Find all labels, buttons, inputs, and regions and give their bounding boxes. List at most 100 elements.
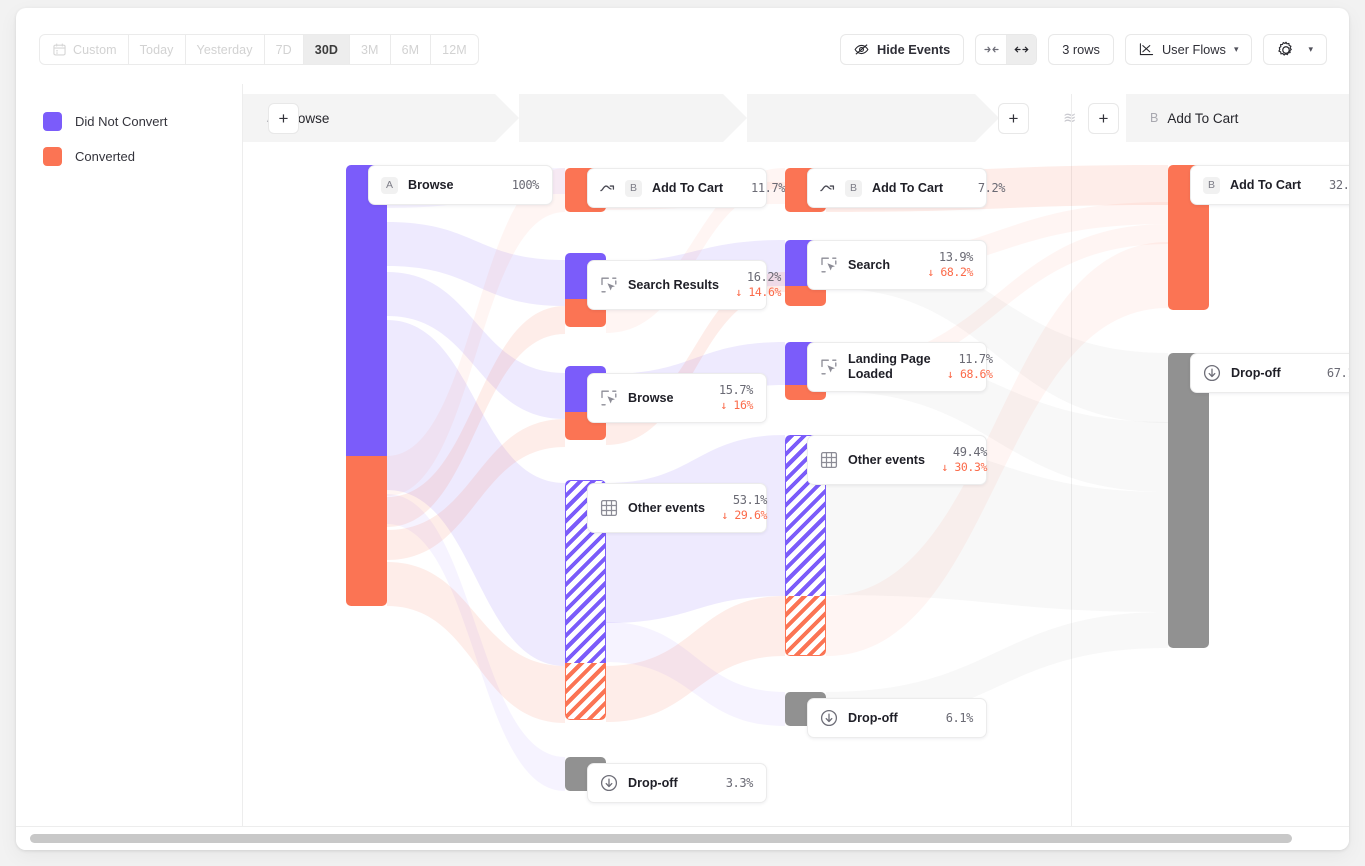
node-card[interactable]: Search 13.9% ↓ 68.2% — [807, 240, 987, 290]
conversion-icon-wrap — [820, 182, 835, 195]
node-card[interactable]: Drop-off 6.1% — [807, 698, 987, 738]
node-values: 7.2% — [953, 180, 1006, 196]
node-percentage: 11.7% — [958, 352, 993, 366]
rows-selector-button[interactable]: 3 rows — [1048, 34, 1114, 65]
node-card[interactable]: A Browse 100% — [368, 165, 553, 205]
legend-label: Did Not Convert — [75, 114, 168, 129]
conversion-icon — [600, 184, 615, 191]
node-text: Other events — [628, 501, 705, 516]
node-step-badge: B — [1203, 176, 1220, 194]
node-name: Add To Cart — [872, 180, 944, 195]
node-values: 3.3% — [701, 776, 754, 791]
node-values: 100% — [487, 178, 540, 193]
node-text: Browse — [408, 178, 477, 193]
node-card[interactable]: Other events 53.1% ↓ 29.6% — [587, 483, 767, 533]
node-text: Add To Cart — [1230, 178, 1301, 193]
legend-item-did-not-convert[interactable]: Did Not Convert — [43, 104, 242, 139]
date-range-custom[interactable]: Custom — [40, 35, 129, 64]
node-card[interactable]: B Add To Cart 32.9% — [1190, 165, 1349, 205]
node-percentage: 11.7% — [751, 180, 786, 195]
node-dropoff-rate: ↓ 68.6% — [946, 367, 993, 381]
dropoff-icon-wrap — [600, 774, 618, 792]
date-range-30d[interactable]: 30D — [303, 35, 350, 64]
node-name: Search — [848, 257, 891, 272]
date-range-label: 6M — [401, 42, 420, 57]
breadcrumb-slot-2[interactable] — [519, 94, 747, 142]
breadcrumb-slot-3[interactable] — [747, 94, 999, 142]
user-flows-app: Custom Today Yesterday 7D 30D 3M 6M 12M Hide Ev… — [16, 8, 1349, 850]
date-range-today[interactable]: Today — [129, 35, 186, 64]
date-range-12m[interactable]: 12M — [431, 35, 478, 64]
dropoff-icon — [1203, 364, 1221, 382]
collapse-horizontal-icon[interactable] — [976, 35, 1006, 64]
node-name: Browse — [628, 390, 674, 405]
node-name: Search Results — [628, 277, 719, 292]
horizontal-scrollbar[interactable] — [16, 826, 1349, 850]
hide-events-button[interactable]: Hide Events — [839, 34, 965, 65]
view-type-dropdown[interactable]: User Flows ▾ — [1124, 34, 1253, 65]
node-card[interactable]: Search Results 16.2% ↓ 14.6% — [587, 260, 781, 310]
node-percentage: 49.4% — [952, 445, 988, 459]
breadcrumb-step-b[interactable]: B Add To Cart — [1126, 94, 1349, 142]
pointer-icon — [601, 390, 617, 406]
node-values: 11.7% ↓ 68.6% — [941, 352, 993, 382]
pointer-icon — [601, 277, 617, 293]
legend-panel: Did Not Convert Converted — [16, 84, 243, 826]
flow-canvas[interactable]: A Browse 100% B Add To Cart 11.7% Search Resul… — [243, 142, 1349, 826]
add-step-button-right[interactable]: + — [1088, 103, 1119, 134]
node-values: 67.1% — [1309, 366, 1349, 381]
date-range-selector[interactable]: Custom Today Yesterday 7D 30D 3M 6M 12M — [39, 34, 479, 65]
conversion-icon-wrap — [600, 182, 615, 195]
node-text: Other events — [848, 453, 925, 468]
date-range-label: 7D — [275, 42, 292, 57]
date-range-6m[interactable]: 6M — [391, 35, 432, 64]
node-text: Search Results — [628, 278, 719, 293]
node-card[interactable]: B Add To Cart 7.2% — [807, 168, 1006, 208]
node-text: Browse — [628, 391, 691, 406]
grid-icon-wrap — [600, 499, 618, 517]
bar-segment-grey — [1168, 353, 1209, 648]
pointer-icon — [821, 359, 837, 375]
node-card[interactable]: B Add To Cart 11.7% — [587, 168, 786, 208]
scrollbar-thumb[interactable] — [30, 834, 1292, 843]
node-dropoff-rate: ↓ 30.3% — [941, 460, 987, 474]
node-name: Drop-off — [628, 775, 678, 790]
grid-icon — [820, 451, 838, 469]
add-step-button-mid[interactable]: + — [998, 103, 1029, 134]
node-card[interactable]: Browse 15.7% ↓ 16% — [587, 373, 767, 423]
node-card[interactable]: Drop-off 67.1% — [1190, 353, 1349, 393]
date-range-label: 12M — [442, 42, 467, 57]
node-text: Add To Cart — [872, 181, 943, 196]
bar-segment-orange — [346, 456, 387, 606]
date-range-7d[interactable]: 7D — [265, 35, 304, 64]
width-mode-toggle[interactable] — [975, 34, 1038, 65]
node-text: Drop-off — [848, 711, 911, 726]
node-values: 11.7% — [733, 180, 786, 196]
node-card[interactable]: Drop-off 3.3% — [587, 763, 767, 803]
node-percentage: 13.9% — [938, 250, 974, 264]
dropoff-icon — [820, 709, 838, 727]
node-percentage: 53.1% — [732, 493, 768, 507]
expand-horizontal-icon[interactable] — [1006, 35, 1037, 64]
dropoff-icon-wrap — [820, 709, 838, 727]
node-values: 49.4% ↓ 30.3% — [935, 445, 987, 475]
settings-dropdown[interactable]: ▾ — [1263, 34, 1327, 65]
hide-events-label: Hide Events — [876, 42, 951, 57]
eye-off-icon — [854, 44, 869, 55]
add-step-button-left[interactable]: + — [268, 103, 299, 134]
node-text: Drop-off — [1231, 366, 1299, 381]
node-card[interactable]: Landing Page Loaded 11.7% ↓ 68.6% — [807, 342, 993, 392]
node-percentage: 7.2% — [977, 180, 1006, 195]
node-dropoff-rate: ↓ 29.6% — [721, 508, 767, 522]
node-name: Browse — [408, 177, 454, 192]
dropoff-icon-wrap — [1203, 364, 1221, 382]
toolbar: Custom Today Yesterday 7D 30D 3M 6M 12M Hide Ev… — [16, 8, 1349, 84]
legend-item-converted[interactable]: Converted — [43, 139, 242, 174]
node-values: 53.1% ↓ 29.6% — [715, 493, 767, 523]
view-type-label: User Flows — [1161, 42, 1226, 57]
pointer-icon-wrap — [820, 256, 838, 274]
date-range-3m[interactable]: 3M — [350, 35, 391, 64]
node-dropoff-rate: ↓ 14.6% — [735, 285, 781, 299]
node-card[interactable]: Other events 49.4% ↓ 30.3% — [807, 435, 987, 485]
date-range-yesterday[interactable]: Yesterday — [186, 35, 265, 64]
